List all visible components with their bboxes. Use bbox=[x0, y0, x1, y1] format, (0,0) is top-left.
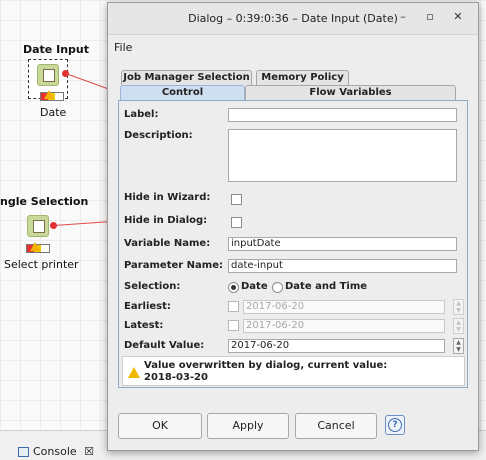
cancel-button[interactable]: Cancel bbox=[295, 413, 377, 439]
title-bar[interactable]: Dialog – 0:39:0:36 – Date Input (Date) –… bbox=[108, 3, 478, 35]
node-label-date: Date bbox=[40, 106, 67, 119]
console-tab-label: Console bbox=[33, 445, 77, 458]
node-title-single-selection: ngle Selection bbox=[0, 195, 89, 208]
date-radio[interactable] bbox=[228, 282, 239, 293]
latest-date-field[interactable]: 2017-06-20 bbox=[243, 319, 445, 333]
help-button[interactable]: ? bbox=[385, 415, 405, 435]
node-title-date-input: Date Input bbox=[23, 43, 89, 56]
connection-line bbox=[65, 73, 109, 90]
hide-in-wizard-checkbox[interactable] bbox=[231, 194, 242, 205]
warning-icon bbox=[30, 242, 40, 251]
tab-memory-policy[interactable]: Memory Policy bbox=[256, 70, 349, 85]
parameter-name-label: Parameter Name: bbox=[124, 260, 223, 271]
tab-control[interactable]: Control bbox=[120, 85, 245, 100]
menu-bar: File bbox=[108, 35, 478, 57]
console-tab[interactable]: Console ☒ bbox=[18, 445, 94, 458]
description-label: Description: bbox=[124, 130, 193, 141]
latest-spinner[interactable]: ▲ ▼ bbox=[453, 318, 464, 334]
ok-button[interactable]: OK bbox=[118, 413, 202, 439]
help-icon: ? bbox=[388, 418, 402, 432]
default-value-date-field[interactable]: 2017-06-20 bbox=[228, 339, 445, 353]
earliest-spinner[interactable]: ▲ ▼ bbox=[453, 299, 464, 315]
close-icon[interactable]: ☒ bbox=[84, 445, 94, 458]
label-field[interactable] bbox=[228, 108, 457, 122]
description-textarea[interactable] bbox=[228, 129, 457, 182]
warning-text-line1: Value overwritten by dialog, current val… bbox=[144, 360, 388, 371]
hide-in-dialog-label: Hide in Dialog: bbox=[124, 215, 208, 226]
earliest-checkbox[interactable] bbox=[228, 301, 239, 312]
close-icon[interactable]: ✕ bbox=[451, 10, 465, 24]
overwrite-warning: Value overwritten by dialog, current val… bbox=[122, 356, 465, 386]
earliest-date-field[interactable]: 2017-06-20 bbox=[243, 300, 445, 314]
warning-text-line2: 2018-03-20 bbox=[144, 372, 208, 383]
menu-file[interactable]: File bbox=[114, 41, 132, 54]
earliest-label: Earliest: bbox=[124, 301, 171, 312]
apply-button[interactable]: Apply bbox=[207, 413, 289, 439]
minimize-icon[interactable]: – bbox=[396, 10, 410, 24]
dialog-window: Dialog – 0:39:0:36 – Date Input (Date) –… bbox=[107, 2, 479, 451]
hide-in-dialog-checkbox[interactable] bbox=[231, 217, 242, 228]
selection-label: Selection: bbox=[124, 281, 181, 292]
date-and-time-radio[interactable] bbox=[272, 282, 283, 293]
maximize-icon[interactable]: ▫ bbox=[423, 10, 437, 24]
default-value-spinner[interactable]: ▲ ▼ bbox=[453, 338, 464, 354]
tab-job-manager-selection[interactable]: Job Manager Selection bbox=[121, 70, 252, 85]
control-panel: Label: Description: Hide in Wizard: Hide… bbox=[118, 100, 468, 388]
hide-in-wizard-label: Hide in Wizard: bbox=[124, 192, 211, 203]
tab-flow-variables[interactable]: Flow Variables bbox=[245, 85, 456, 100]
warning-icon bbox=[44, 90, 54, 99]
latest-checkbox[interactable] bbox=[228, 320, 239, 331]
console-icon bbox=[18, 447, 29, 457]
single-selection-node-icon[interactable] bbox=[27, 215, 49, 237]
warning-icon bbox=[128, 367, 140, 378]
connection-line bbox=[54, 221, 108, 226]
variable-name-field[interactable]: inputDate bbox=[228, 237, 457, 251]
date-radio-label[interactable]: Date bbox=[241, 281, 268, 292]
latest-label: Latest: bbox=[124, 320, 164, 331]
date-and-time-radio-label[interactable]: Date and Time bbox=[285, 281, 367, 292]
default-value-label: Default Value: bbox=[124, 340, 205, 351]
parameter-name-field[interactable]: date-input bbox=[228, 259, 457, 273]
label-label: Label: bbox=[124, 109, 159, 120]
date-input-node-icon bbox=[37, 64, 59, 86]
node-label-select-printer: Select printer bbox=[4, 258, 79, 271]
variable-name-label: Variable Name: bbox=[124, 238, 211, 249]
